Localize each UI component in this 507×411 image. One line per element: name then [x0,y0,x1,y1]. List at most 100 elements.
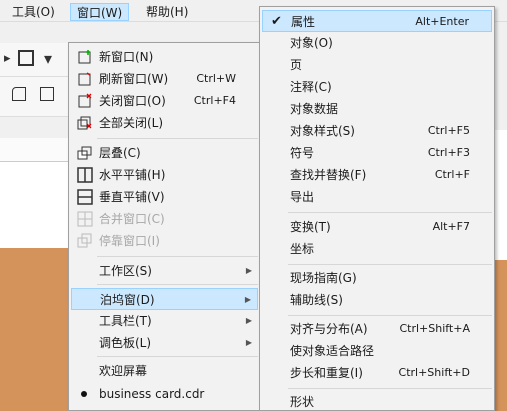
menu-item-label: 步长和重复(I) [290,366,363,380]
menu-item-dockers[interactable]: 泊坞窗(D) ▶ [71,288,258,310]
menu-item-shortcut: Ctrl+F [434,168,470,181]
menu-item-label: 现场指南(G) [290,271,357,285]
menu-item-live-guides[interactable]: 现场指南(G) [262,267,492,289]
window-menu: 新窗口(N) 刷新窗口(W) Ctrl+W 关闭窗口(O) Ctrl+F4 全部… [68,42,261,411]
menu-item-welcome-screen[interactable]: 欢迎屏幕 [71,360,258,382]
menu-item-label: 工具栏(T) [99,314,152,328]
tile-vertical-icon [77,189,93,205]
menu-item-fit-to-path[interactable]: 使对象适合路径 [262,340,492,362]
menu-item-shortcut: Ctrl+W [196,72,236,85]
menu-tools[interactable]: 工具(O) [6,3,61,21]
cascade-icon [77,146,92,160]
submenu-arrow-icon: ▶ [244,295,251,304]
menu-item-label: 关闭窗口(O) [99,94,166,108]
dropdown-arrow-icon[interactable]: ▾ [44,49,52,68]
menu-item-workspace[interactable]: 工作区(S) ▶ [71,260,258,282]
menu-item-shortcut: Alt+Enter [415,15,469,28]
menu-help[interactable]: 帮助(H) [140,3,194,21]
menu-item-label: 导出 [290,190,315,204]
menu-item-shortcut: Ctrl+F4 [193,94,236,107]
menu-item-shortcut: Ctrl+F5 [427,124,470,137]
menu-item-tile-horizontal[interactable]: 水平平铺(H) [71,164,258,186]
menu-item-step-repeat[interactable]: 步长和重复(I) Ctrl+Shift+D [262,362,492,384]
menu-item-align-distribute[interactable]: 对齐与分布(A) Ctrl+Shift+A [262,318,492,340]
menu-item-label: 停靠窗口(I) [99,234,160,248]
menu-item-shortcut: Ctrl+Shift+D [398,366,470,379]
menu-item-label: 合并窗口(C) [99,212,165,226]
menu-separator [97,256,258,257]
menu-separator [288,315,492,316]
property-toolbar [0,77,70,117]
full-screen-icon[interactable] [18,50,34,66]
close-all-icon [77,116,92,130]
menu-separator [288,388,492,389]
menu-item-symbols[interactable]: 符号 Ctrl+F3 [262,142,492,164]
menu-separator [288,212,492,213]
tile-horizontal-icon [77,167,93,183]
menu-item-label: 形状 [290,395,315,409]
menu-item-object-styles[interactable]: 对象样式(S) Ctrl+F5 [262,120,492,142]
menu-item-shortcut: Alt+F7 [432,220,470,233]
menu-item-label: 对齐与分布(A) [290,322,368,336]
menu-item-label: 欢迎屏幕 [99,364,148,378]
menu-separator [288,264,492,265]
menu-item-label: 全部关闭(L) [99,116,164,130]
horizontal-ruler [0,138,70,162]
submenu-arrow-icon: ▶ [245,266,252,275]
dropdown-arrow-icon[interactable]: ▸ [4,51,11,66]
menu-item-label: 使对象适合路径 [290,344,375,358]
menu-item-properties[interactable]: ✔ 属性 Alt+Enter [262,10,492,32]
menu-item-shortcut: Ctrl+Shift+A [399,322,470,335]
round-corner-icon[interactable] [12,87,26,101]
menu-item-tile-vertical[interactable]: 垂直平铺(V) [71,186,258,208]
menu-window[interactable]: 窗口(W) [70,3,130,21]
menu-item-dock-window[interactable]: 停靠窗口(I) [71,230,258,252]
menu-item-label: 新窗口(N) [99,50,154,64]
menu-item-export[interactable]: 导出 [262,186,492,208]
menu-separator [97,138,258,139]
menu-item-label: 对象数据 [290,102,339,116]
menu-item-label: 页 [290,58,303,72]
menu-item-label: 坐标 [290,242,315,256]
menu-item-label: 调色板(L) [99,336,152,350]
menu-item-pages[interactable]: 页 [262,54,492,76]
menu-item-object-data[interactable]: 对象数据 [262,98,492,120]
menu-item-shape[interactable]: 形状 [262,391,492,411]
canvas-document [0,248,70,411]
menu-item-toolbars[interactable]: 工具栏(T) ▶ [71,310,258,332]
menu-item-color-palettes[interactable]: 调色板(L) ▶ [71,332,258,354]
canvas-area [0,162,70,248]
menu-item-label: 水平平铺(H) [99,168,166,182]
close-window-icon [78,93,92,108]
menu-item-label: 对象样式(S) [290,124,355,138]
menu-item-comments[interactable]: 注释(C) [262,76,492,98]
menu-item-label: 辅助线(S) [290,293,343,307]
menu-item-coordinates[interactable]: 坐标 [262,238,492,260]
menu-item-label: 垂直平铺(V) [99,190,165,204]
menu-item-new-window[interactable]: 新窗口(N) [71,46,258,68]
menu-item-label: 变换(T) [290,220,331,234]
menu-item-close-window[interactable]: 关闭窗口(O) Ctrl+F4 [71,90,258,112]
dock-window-icon [77,233,92,248]
menu-item-shortcut: Ctrl+F3 [427,146,470,159]
menu-item-label: 层叠(C) [99,146,141,160]
menu-item-open-document[interactable]: business card.cdr [71,383,258,405]
new-window-icon [78,50,91,64]
submenu-arrow-icon: ▶ [245,316,252,325]
menu-item-close-all[interactable]: 全部关闭(L) [71,112,258,134]
menu-item-label: 注释(C) [290,80,332,94]
menu-item-find-replace[interactable]: 查找并替换(F) Ctrl+F [262,164,492,186]
menu-item-cascade[interactable]: 层叠(C) [71,142,258,164]
menu-item-label: 刷新窗口(W) [99,72,169,86]
menu-item-objects[interactable]: 对象(O) [262,32,492,54]
standard-toolbar: ▸ ▾ [0,43,70,77]
dockers-submenu: ✔ 属性 Alt+Enter 对象(O) 页 注释(C) 对象数据 对象样式(S… [259,6,495,411]
menu-item-refresh-window[interactable]: 刷新窗口(W) Ctrl+W [71,68,258,90]
chamfer-corner-icon[interactable] [40,87,54,101]
menu-item-guidelines[interactable]: 辅助线(S) [262,289,492,311]
menu-item-transform[interactable]: 变换(T) Alt+F7 [262,216,492,238]
menu-item-label: 泊坞窗(D) [100,293,155,307]
menu-item-merge-window[interactable]: 合并窗口(C) [71,208,258,230]
menu-item-label: 查找并替换(F) [290,168,367,182]
menu-item-label: 属性 [291,15,316,29]
